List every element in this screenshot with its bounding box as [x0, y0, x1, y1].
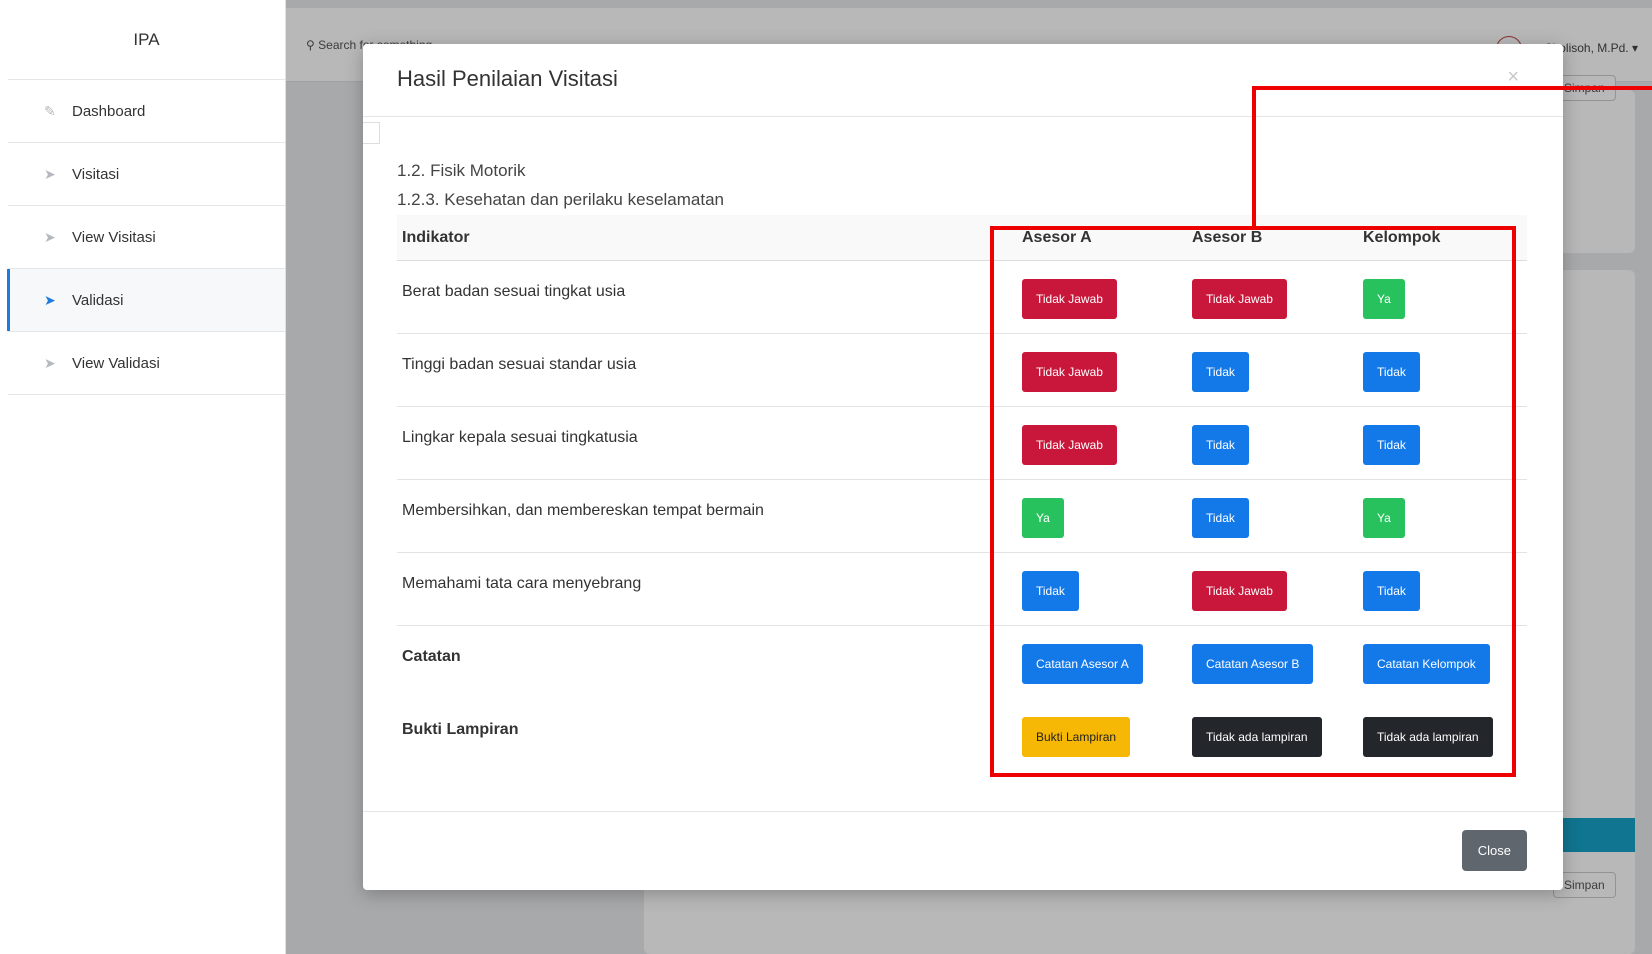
bukti-lampiran-button[interactable]: Bukti Lampiran: [1022, 717, 1131, 757]
table-row: Tinggi badan sesuai standar usia Tidak J…: [397, 334, 1527, 407]
catatan-asesor-b-button[interactable]: Catatan Asesor B: [1192, 644, 1314, 684]
sidebar: IPA ✎ Dashboard ➤ Visitasi ➤ View Visita…: [0, 0, 286, 954]
answer-badge: Ya: [1363, 498, 1405, 538]
catatan-asesor-a-button[interactable]: Catatan Asesor A: [1022, 644, 1143, 684]
sidebar-item-label: Visitasi: [72, 165, 120, 183]
section-title: 1.2. Fisik Motorik: [397, 161, 526, 180]
no-attachment-button[interactable]: Tidak ada lampiran: [1192, 717, 1322, 757]
indicator-text: Berat badan sesuai tingkat usia: [402, 283, 626, 300]
highlight-connector: [1252, 86, 1256, 228]
sidebar-item-dashboard[interactable]: ✎ Dashboard: [8, 80, 285, 143]
table-header-row: Indikator Asesor A Asesor B Kelompok: [397, 215, 1527, 261]
send-icon: ➤: [44, 291, 56, 308]
indicator-text: Memahami tata cara menyebrang: [402, 575, 642, 592]
modal-footer: [363, 811, 1563, 890]
result-modal: Hasil Penilaian Visitasi × 1.2. Fisik Mo…: [363, 44, 1563, 890]
modal-title: Hasil Penilaian Visitasi: [397, 66, 618, 91]
highlight-connector: [1252, 86, 1652, 90]
indicator-text: Lingkar kepala sesuai tingkatusia: [402, 429, 638, 446]
checkbox[interactable]: [363, 122, 380, 144]
indicator-text: Tinggi badan sesuai standar usia: [402, 356, 637, 373]
answer-badge: Tidak Jawab: [1192, 571, 1287, 611]
header-kelompok: Kelompok: [1363, 229, 1441, 246]
table-row: Berat badan sesuai tingkat usia Tidak Ja…: [397, 261, 1527, 334]
header-asesor-a: Asesor A: [1022, 229, 1092, 246]
brand-logo[interactable]: IPA: [8, 0, 285, 80]
catatan-label: Catatan: [402, 648, 461, 665]
answer-badge: Tidak: [1363, 352, 1420, 392]
sidebar-item-label: View Validasi: [72, 354, 160, 372]
send-icon: ➤: [44, 165, 56, 182]
sidebar-item-validasi[interactable]: ➤ Validasi: [7, 269, 285, 332]
sidebar-item-view-visitasi[interactable]: ➤ View Visitasi: [8, 206, 285, 269]
send-icon: ➤: [44, 354, 56, 371]
subsection-title: 1.2.3. Kesehatan dan perilaku keselamata…: [397, 190, 725, 209]
answer-badge: Tidak: [1192, 425, 1249, 465]
answer-badge: Tidak Jawab: [1022, 279, 1117, 319]
answer-badge: Ya: [1022, 498, 1064, 538]
answer-badge: Tidak Jawab: [1022, 425, 1117, 465]
modal-header: Hasil Penilaian Visitasi ×: [363, 44, 1563, 117]
answer-badge: Tidak: [1192, 498, 1249, 538]
pencil-icon: ✎: [44, 102, 56, 119]
answer-badge: Tidak: [1192, 352, 1249, 392]
answer-badge: Tidak Jawab: [1192, 279, 1287, 319]
table-row: Membersihkan, dan membereskan tempat ber…: [397, 480, 1527, 553]
table-row: Memahami tata cara menyebrang Tidak Tida…: [397, 553, 1527, 626]
answer-badge: Tidak: [1363, 571, 1420, 611]
no-attachment-button[interactable]: Tidak ada lampiran: [1363, 717, 1493, 757]
answer-badge: Tidak Jawab: [1022, 352, 1117, 392]
catatan-kelompok-button[interactable]: Catatan Kelompok: [1363, 644, 1490, 684]
header-indikator: Indikator: [402, 229, 470, 246]
catatan-row: Catatan Catatan Asesor A Catatan Asesor …: [397, 626, 1527, 699]
indicator-text: Membersihkan, dan membereskan tempat ber…: [402, 502, 764, 519]
answer-badge: Ya: [1363, 279, 1405, 319]
sidebar-item-label: Validasi: [72, 291, 124, 309]
answer-badge: Tidak: [1363, 425, 1420, 465]
sidebar-item-label: Dashboard: [72, 102, 146, 120]
bukti-label: Bukti Lampiran: [402, 721, 519, 738]
header-asesor-b: Asesor B: [1192, 229, 1263, 246]
answer-badge: Tidak: [1022, 571, 1079, 611]
bukti-lampiran-row: Bukti Lampiran Bukti Lampiran Tidak ada …: [397, 699, 1527, 772]
sidebar-item-visitasi[interactable]: ➤ Visitasi: [8, 143, 285, 206]
table-row: Lingkar kepala sesuai tingkatusia Tidak …: [397, 407, 1527, 480]
sidebar-item-label: View Visitasi: [72, 228, 156, 246]
sidebar-item-view-validasi[interactable]: ➤ View Validasi: [8, 332, 285, 395]
close-button[interactable]: Close: [1461, 830, 1527, 871]
assessment-table: Indikator Asesor A Asesor B Kelompok Ber…: [397, 215, 1527, 772]
send-icon: ➤: [44, 228, 56, 245]
